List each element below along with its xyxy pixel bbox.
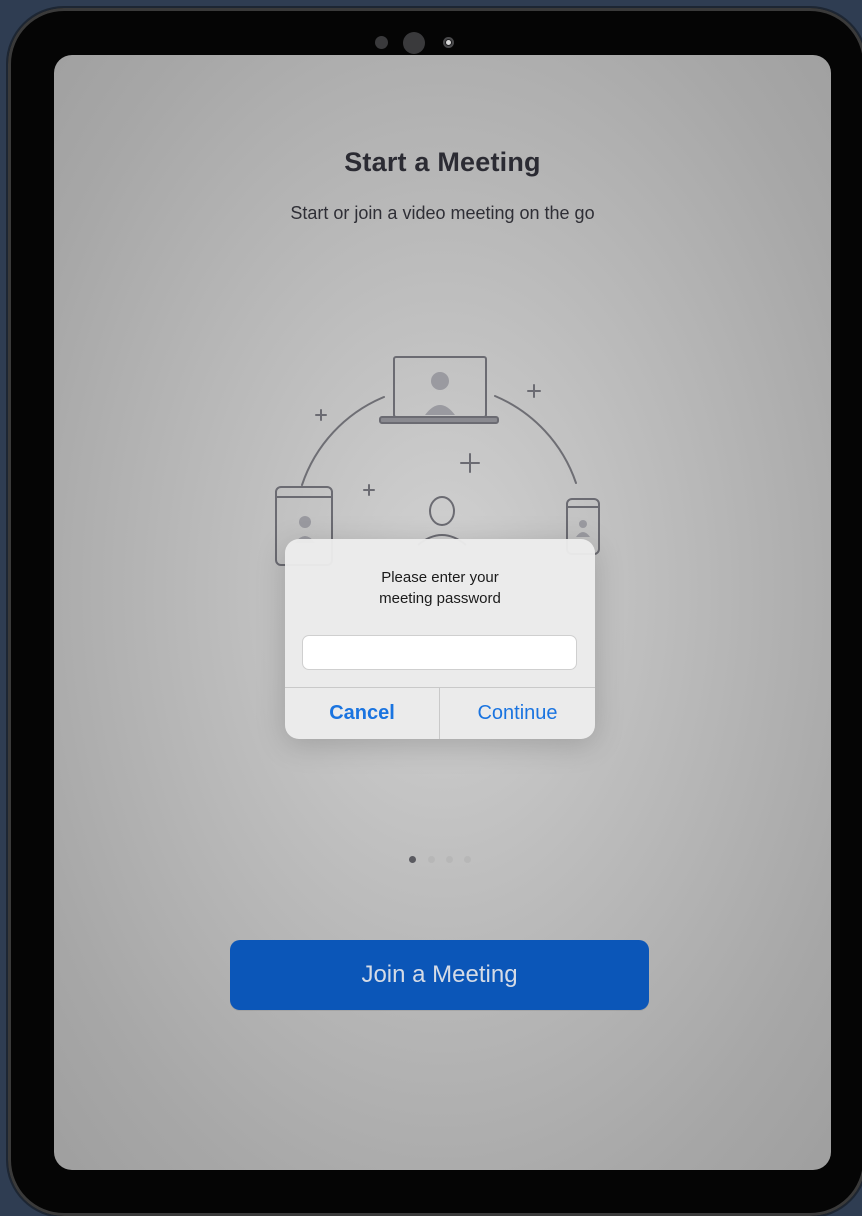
camera-bar <box>373 30 463 56</box>
continue-button[interactable]: Continue <box>440 688 595 739</box>
sensor-icon <box>375 36 388 49</box>
connection-arc-left <box>301 396 385 486</box>
laptop-icon <box>379 356 499 424</box>
password-input[interactable] <box>302 635 577 670</box>
camera-indicator-icon <box>443 37 454 48</box>
page-dot <box>464 856 471 863</box>
page-dot-active <box>409 856 416 863</box>
app-screen: Start a Meeting Start or join a video me… <box>54 55 831 1170</box>
page-dot <box>428 856 435 863</box>
dialog-message-line-1: Please enter your <box>381 569 499 586</box>
cancel-button[interactable]: Cancel <box>285 688 439 739</box>
page-dot <box>446 856 453 863</box>
camera-lens-icon <box>403 32 425 54</box>
password-dialog: Please enter your meeting password Cance… <box>285 539 595 739</box>
dialog-message: Please enter your meeting password <box>285 567 595 609</box>
dialog-message-line-2: meeting password <box>379 590 501 607</box>
connection-arc-right <box>494 395 577 484</box>
page-indicator <box>406 855 476 865</box>
join-meeting-button[interactable]: Join a Meeting <box>230 940 649 1010</box>
person-icon <box>417 496 467 546</box>
